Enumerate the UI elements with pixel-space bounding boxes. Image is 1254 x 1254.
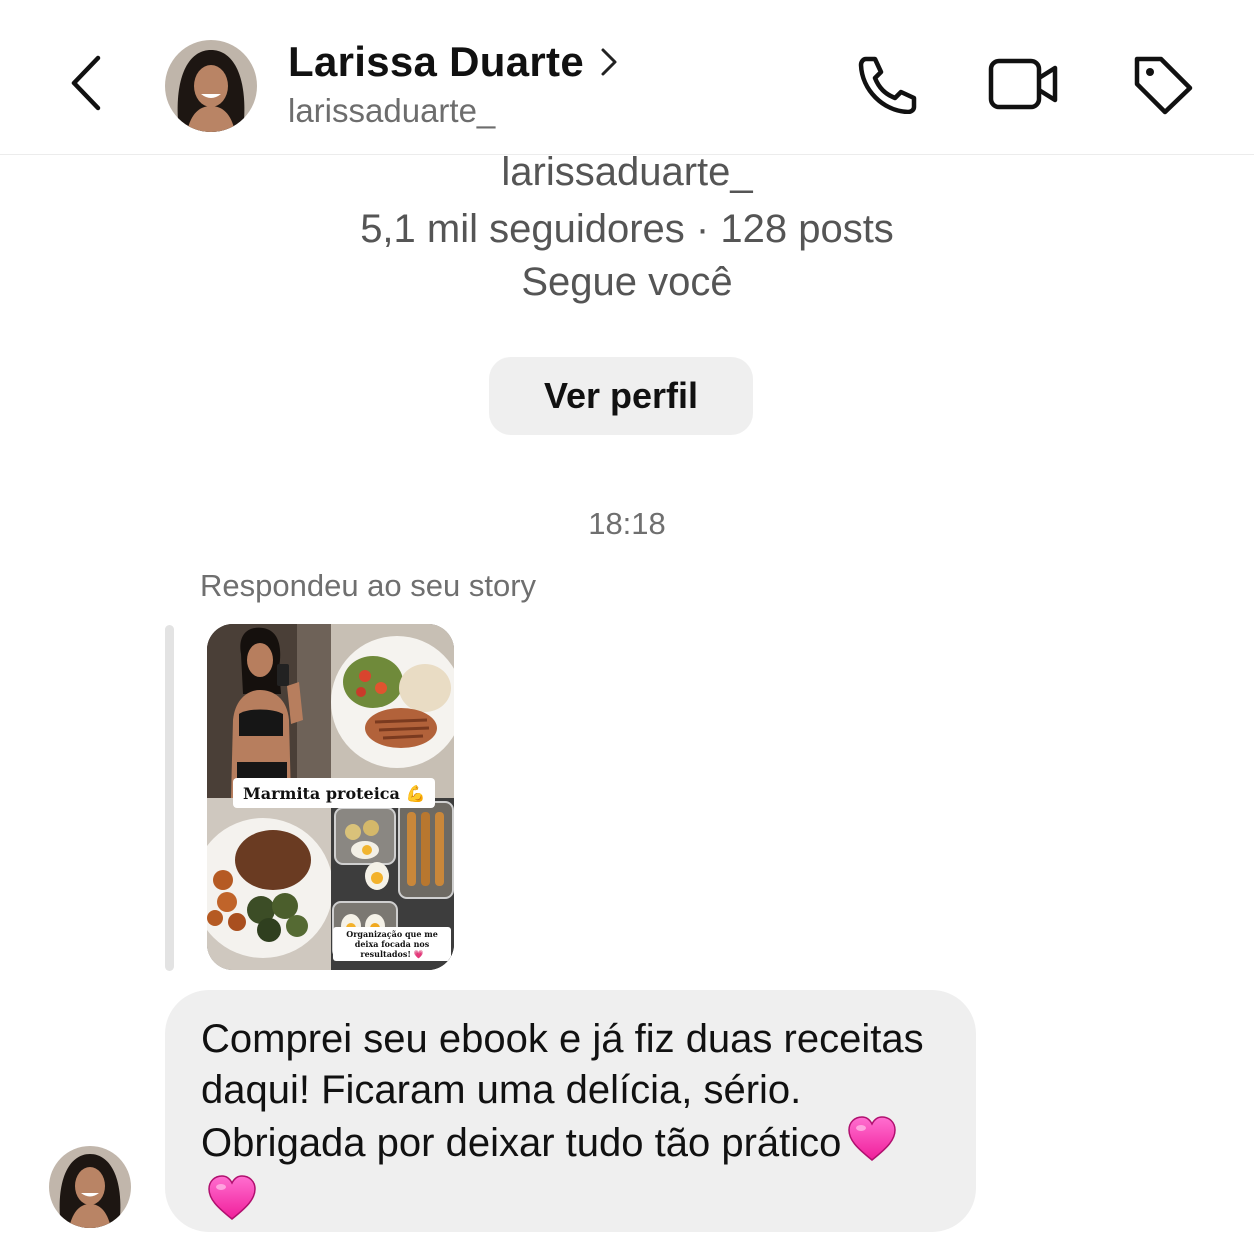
message-bubble[interactable]: Comprei seu ebook e já fiz duas receitas…	[165, 990, 976, 1232]
contact-name-link[interactable]: Larissa Duarte	[288, 38, 622, 86]
story-thumbnail[interactable]: Marmita proteica 💪 Organização que me de…	[207, 624, 454, 970]
phone-icon[interactable]	[846, 48, 926, 120]
message-text: Comprei seu ebook e já fiz duas receitas…	[201, 1017, 924, 1165]
profile-stats: 5,1 mil seguidores · 128 posts	[360, 207, 894, 251]
view-profile-button[interactable]: Ver perfil	[489, 357, 753, 435]
follows-you-status: Segue você	[521, 260, 733, 304]
contact-name: Larissa Duarte	[288, 38, 585, 85]
tag-icon[interactable]	[1122, 48, 1202, 120]
chevron-right-icon	[600, 45, 622, 79]
pink-heart-emoji	[207, 1175, 257, 1234]
chat-header: Larissa Duarte larissaduarte_	[0, 0, 1254, 155]
story-text-label: Marmita proteica 💪	[233, 778, 436, 808]
contact-username: larissaduarte_	[288, 92, 496, 129]
story-photo-salad-plate	[331, 624, 454, 798]
message-timestamp: 18:18	[588, 506, 666, 541]
story-photo-beef-broccoli-plate	[207, 798, 333, 970]
back-icon[interactable]	[58, 52, 114, 114]
video-camera-icon[interactable]	[984, 48, 1064, 120]
story-caption: Organização que me deixa focada nos resu…	[333, 927, 451, 961]
pink-heart-emoji	[847, 1116, 897, 1175]
profile-username: larissaduarte_	[501, 150, 753, 194]
message-sender-avatar[interactable]	[49, 1146, 131, 1228]
avatar[interactable]	[165, 40, 257, 132]
reply-indicator-bar	[165, 625, 174, 971]
story-photo-woman	[207, 624, 331, 798]
story-reply-label: Respondeu ao seu story	[200, 568, 537, 603]
